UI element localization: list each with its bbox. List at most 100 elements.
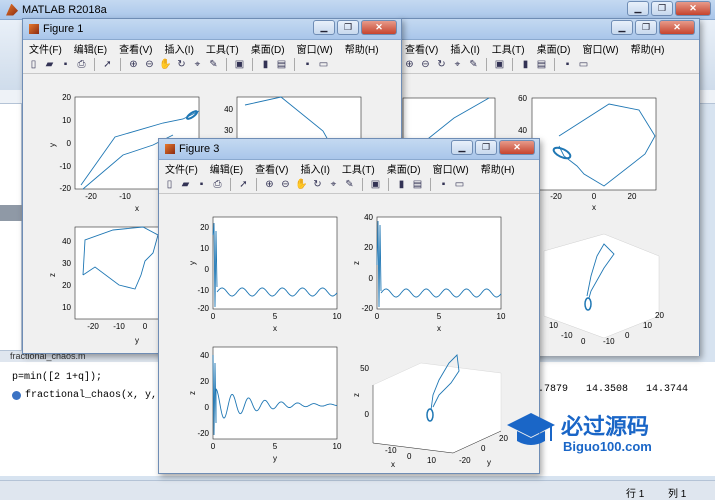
matlab-logo-icon xyxy=(6,3,18,16)
close-button[interactable]: ✕ xyxy=(675,1,711,16)
tick-label: 20 xyxy=(200,223,209,232)
show-plot-tools-icon[interactable]: ▭ xyxy=(453,178,466,191)
colorbar-icon[interactable]: ▮ xyxy=(519,58,532,71)
save-icon[interactable]: ▪ xyxy=(59,58,72,71)
menu-item[interactable]: 窗口(W) xyxy=(433,161,469,176)
menu-item[interactable]: 插入(I) xyxy=(300,161,329,176)
menu-item[interactable]: 插入(I) xyxy=(450,41,479,56)
print-icon[interactable]: ⎙ xyxy=(75,58,88,71)
menu-item[interactable]: 桌面(D) xyxy=(387,161,421,176)
zoom-in-icon[interactable]: ⊕ xyxy=(127,58,140,71)
pane-splitter[interactable] xyxy=(0,205,22,221)
show-plot-tools-icon[interactable]: ▭ xyxy=(317,58,330,71)
print-icon[interactable]: ⎙ xyxy=(211,178,224,191)
new-figure-icon[interactable]: ▯ xyxy=(163,178,176,191)
menu-item[interactable]: 桌面(D) xyxy=(537,41,571,56)
zoom-out-icon[interactable]: ⊖ xyxy=(143,58,156,71)
menu-item[interactable]: 文件(F) xyxy=(165,161,198,176)
zoom-in-icon[interactable]: ⊕ xyxy=(263,178,276,191)
tick-label: 0 xyxy=(205,265,210,274)
tick-label: 60 xyxy=(518,94,527,103)
zoom-out-icon[interactable]: ⊖ xyxy=(279,178,292,191)
tick-label: 20 xyxy=(62,93,71,102)
menu-item[interactable]: 插入(I) xyxy=(164,41,193,56)
menu-item[interactable]: 查看(V) xyxy=(119,41,152,56)
fig1-minimize-button[interactable]: ▁ xyxy=(313,20,335,35)
legend-icon[interactable]: ▤ xyxy=(411,178,424,191)
function-hint[interactable]: fractional_chaos(x, y, z) xyxy=(12,390,175,401)
fig3-close-button[interactable]: ✕ xyxy=(499,140,535,155)
rotate-icon[interactable]: ↻ xyxy=(435,58,448,71)
fig1-close-button[interactable]: ✕ xyxy=(361,20,397,35)
colorbar-icon[interactable]: ▮ xyxy=(259,58,272,71)
zoom-in-icon[interactable]: ⊕ xyxy=(403,58,416,71)
menu-item[interactable]: 帮助(H) xyxy=(345,41,379,56)
pan-icon[interactable]: ✋ xyxy=(159,58,172,71)
print-preview-icon[interactable]: ▣ xyxy=(233,58,246,71)
legend-icon[interactable]: ▤ xyxy=(275,58,288,71)
maximize-button[interactable]: ❐ xyxy=(651,1,673,16)
hide-plot-tools-icon[interactable]: ▪ xyxy=(437,178,450,191)
fig2-close-button[interactable]: ✕ xyxy=(659,20,695,35)
status-col: 列 1 xyxy=(668,489,687,500)
hide-plot-tools-icon[interactable]: ▪ xyxy=(561,58,574,71)
new-figure-icon[interactable]: ▯ xyxy=(27,58,40,71)
edit-plot-icon[interactable]: ➚ xyxy=(101,58,114,71)
print-preview-icon[interactable]: ▣ xyxy=(369,178,382,191)
fig2-axes-3d[interactable] xyxy=(543,233,660,339)
menu-item[interactable]: 工具(T) xyxy=(342,161,375,176)
open-icon[interactable]: ▰ xyxy=(43,58,56,71)
brush-icon[interactable]: ✎ xyxy=(343,178,356,191)
hide-plot-tools-icon[interactable]: ▪ xyxy=(301,58,314,71)
datacursor-icon[interactable]: ⌖ xyxy=(451,58,464,71)
fig3-axes-z-y[interactable] xyxy=(212,346,338,440)
axis-label: y xyxy=(48,143,57,147)
tick-label: -10 xyxy=(385,446,397,455)
menu-item[interactable]: 编辑(E) xyxy=(210,161,243,176)
tick-label: -10 xyxy=(603,337,615,346)
toolbar-separator xyxy=(554,58,555,71)
legend-icon[interactable]: ▤ xyxy=(535,58,548,71)
fig2-axes-top[interactable] xyxy=(531,97,657,191)
menu-item[interactable]: 帮助(H) xyxy=(631,41,665,56)
toolbar-separator xyxy=(256,178,257,191)
tick-label: 0 xyxy=(365,410,370,419)
zoom-out-icon[interactable]: ⊖ xyxy=(419,58,432,71)
pan-icon[interactable]: ✋ xyxy=(295,178,308,191)
datacursor-icon[interactable]: ⌖ xyxy=(327,178,340,191)
rotate-icon[interactable]: ↻ xyxy=(175,58,188,71)
rotate-icon[interactable]: ↻ xyxy=(311,178,324,191)
tick-label: 10 xyxy=(200,244,209,253)
brush-icon[interactable]: ✎ xyxy=(207,58,220,71)
watermark-cn-text: 必过源码 xyxy=(561,415,650,440)
fig3-axes-3d[interactable] xyxy=(372,362,502,454)
figure-icon xyxy=(29,24,39,34)
edit-plot-icon[interactable]: ➚ xyxy=(237,178,250,191)
save-icon[interactable]: ▪ xyxy=(195,178,208,191)
tick-label: 0 xyxy=(143,322,148,331)
colorbar-icon[interactable]: ▮ xyxy=(395,178,408,191)
menu-item[interactable]: 窗口(W) xyxy=(297,41,333,56)
menu-item[interactable]: 查看(V) xyxy=(405,41,438,56)
figure3-window[interactable]: Figure 3 ▁ ❐ ✕ 文件(F) 编辑(E) 查看(V) 插入(I) 工… xyxy=(158,138,540,474)
watermark-url-text: Biguo100.com xyxy=(563,439,652,454)
datacursor-icon[interactable]: ⌖ xyxy=(191,58,204,71)
fig2-minimize-button[interactable]: ▁ xyxy=(611,20,633,35)
print-preview-icon[interactable]: ▣ xyxy=(493,58,506,71)
brush-icon[interactable]: ✎ xyxy=(467,58,480,71)
menu-item[interactable]: 查看(V) xyxy=(255,161,288,176)
menu-item[interactable]: 文件(F) xyxy=(29,41,62,56)
menu-item[interactable]: 工具(T) xyxy=(206,41,239,56)
menu-item[interactable]: 桌面(D) xyxy=(251,41,285,56)
menu-item[interactable]: 帮助(H) xyxy=(481,161,515,176)
fig1-maximize-button[interactable]: ❐ xyxy=(337,20,359,35)
open-icon[interactable]: ▰ xyxy=(179,178,192,191)
fig2-maximize-button[interactable]: ❐ xyxy=(635,20,657,35)
show-plot-tools-icon[interactable]: ▭ xyxy=(577,58,590,71)
fig3-minimize-button[interactable]: ▁ xyxy=(451,140,473,155)
menu-item[interactable]: 工具(T) xyxy=(492,41,525,56)
minimize-button[interactable]: ▁ xyxy=(627,1,649,16)
fig3-maximize-button[interactable]: ❐ xyxy=(475,140,497,155)
menu-item[interactable]: 编辑(E) xyxy=(74,41,107,56)
menu-item[interactable]: 窗口(W) xyxy=(582,41,618,56)
